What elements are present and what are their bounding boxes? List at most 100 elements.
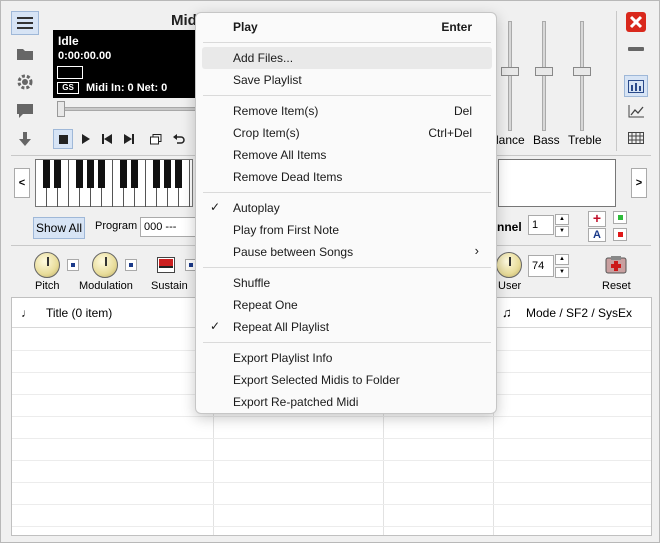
channel-label: nnel [497,220,522,234]
comment-button[interactable] [11,99,39,123]
menu-item-export-repatched[interactable]: Export Re-patched Midi [202,391,492,413]
a-button[interactable]: A [588,228,606,242]
bass-thumb[interactable] [535,67,553,76]
bass-slider[interactable] [542,21,546,131]
program-select[interactable]: 000 --- [140,217,196,237]
menu-item-export-selected[interactable]: Export Selected Midis to Folder [202,369,492,391]
bar-view-button[interactable] [624,75,648,97]
title-column-header[interactable]: Title (0 item) [46,306,112,320]
menu-item-play[interactable]: Play Enter [202,16,492,38]
previous-button[interactable] [97,129,117,149]
channel-input[interactable]: 1 [528,215,554,235]
menu-button[interactable] [11,11,39,35]
channel-up-button[interactable]: ▲ [555,214,569,225]
window-button[interactable] [146,129,166,149]
minimize-icon [628,47,644,51]
hamburger-icon [17,17,33,29]
balance-label: lance [496,133,525,147]
pitch-knob[interactable] [34,252,60,278]
reset-icon [605,256,627,274]
modulation-led[interactable] [125,259,137,271]
undo-button[interactable] [169,129,189,149]
user-down-button[interactable]: ▼ [555,267,569,278]
play-button[interactable] [75,129,95,149]
divider [616,11,617,151]
menu-item-crop-items[interactable]: Crop Item(s) Ctrl+Del [202,122,492,144]
bass-label: Bass [533,133,560,147]
menu-item-export-info[interactable]: Export Playlist Info [202,347,492,369]
piano-keyboard-right[interactable] [498,159,616,207]
balance-thumb[interactable] [501,67,519,76]
user-up-button[interactable]: ▲ [555,254,569,265]
menu-item-remove-dead[interactable]: Remove Dead Items [202,166,492,188]
close-icon [626,12,646,32]
seek-thumb[interactable] [57,101,65,117]
treble-thumb[interactable] [573,67,591,76]
seek-slider[interactable] [57,107,197,111]
grid-view-button[interactable] [624,127,648,149]
settings-button[interactable] [11,70,39,94]
line-view-button[interactable] [624,100,648,122]
menu-item-save-playlist[interactable]: Save Playlist [202,69,492,91]
chevron-right-icon: › [474,243,479,258]
play-icon [81,134,90,144]
piano-keyboard[interactable] [35,159,193,207]
user-value-input[interactable]: 74 [528,255,554,277]
sustain-label: Sustain [151,280,188,292]
keyboard-grid-icon [628,132,644,144]
arrow-down-icon [19,132,31,146]
menu-item-autoplay[interactable]: ✓ Autoplay [202,197,492,219]
close-button[interactable] [624,11,648,33]
balance-slider[interactable] [508,21,512,131]
minimize-button[interactable] [624,38,648,60]
modulation-label: Modulation [79,280,133,292]
menu-item-add-files[interactable]: Add Files... [202,47,492,69]
stop-button[interactable] [53,129,73,149]
treble-label: Treble [568,133,602,147]
checkmark-icon: ✓ [210,319,221,333]
pitch-led[interactable] [67,259,79,271]
open-folder-button[interactable] [11,42,39,66]
reset-button[interactable] [605,255,627,275]
channel-down-button[interactable]: ▼ [555,226,569,237]
menu-item-pause-between[interactable]: Pause between Songs › [202,241,492,263]
show-all-button[interactable]: Show All [33,217,85,239]
midi-player-window: Mid Idle 0:00:00.00 GS Midi In: 0 Net: 0… [0,0,660,543]
download-button[interactable] [11,127,39,151]
checkmark-icon: ✓ [210,200,221,214]
note-icon: ♩ [21,306,33,320]
windows-icon [150,133,162,144]
reset-label: Reset [602,280,631,292]
menu-item-remove-all[interactable]: Remove All Items [202,144,492,166]
midi-info: Midi In: 0 Net: 0 [86,82,168,94]
undo-icon [173,133,185,144]
menu-item-shuffle[interactable]: Shuffle [202,272,492,294]
user-label: User [498,280,522,292]
lcd-indicator-box [57,66,83,79]
music-note-icon: ♫ [502,305,512,320]
next-button[interactable] [119,129,139,149]
line-chart-icon [628,104,644,117]
mode-column-header[interactable]: Mode / SF2 / SysEx [526,306,632,320]
modulation-knob[interactable] [92,252,118,278]
red-indicator[interactable] [613,228,627,241]
sustain-pedal[interactable] [157,257,175,273]
menu-item-play-first-note[interactable]: Play from First Note [202,219,492,241]
folder-icon [17,49,33,60]
gs-badge: GS [57,82,79,94]
piano-scroll-left-button[interactable]: < [14,168,30,198]
gear-icon [17,74,33,90]
bar-chart-icon [628,79,644,93]
user-knob[interactable] [496,252,522,278]
skip-back-icon [102,134,112,144]
add-channel-button[interactable]: + [588,211,606,227]
menu-item-repeat-all[interactable]: ✓ Repeat All Playlist [202,316,492,338]
pitch-label: Pitch [35,280,60,292]
treble-slider[interactable] [580,21,584,131]
green-indicator[interactable] [613,211,627,224]
piano-scroll-right-button[interactable]: > [631,168,647,198]
menu-item-repeat-one[interactable]: Repeat One [202,294,492,316]
app-title: Mid [171,12,197,29]
menu-item-remove-items[interactable]: Remove Item(s) Del [202,100,492,122]
program-label: Program [95,220,138,232]
